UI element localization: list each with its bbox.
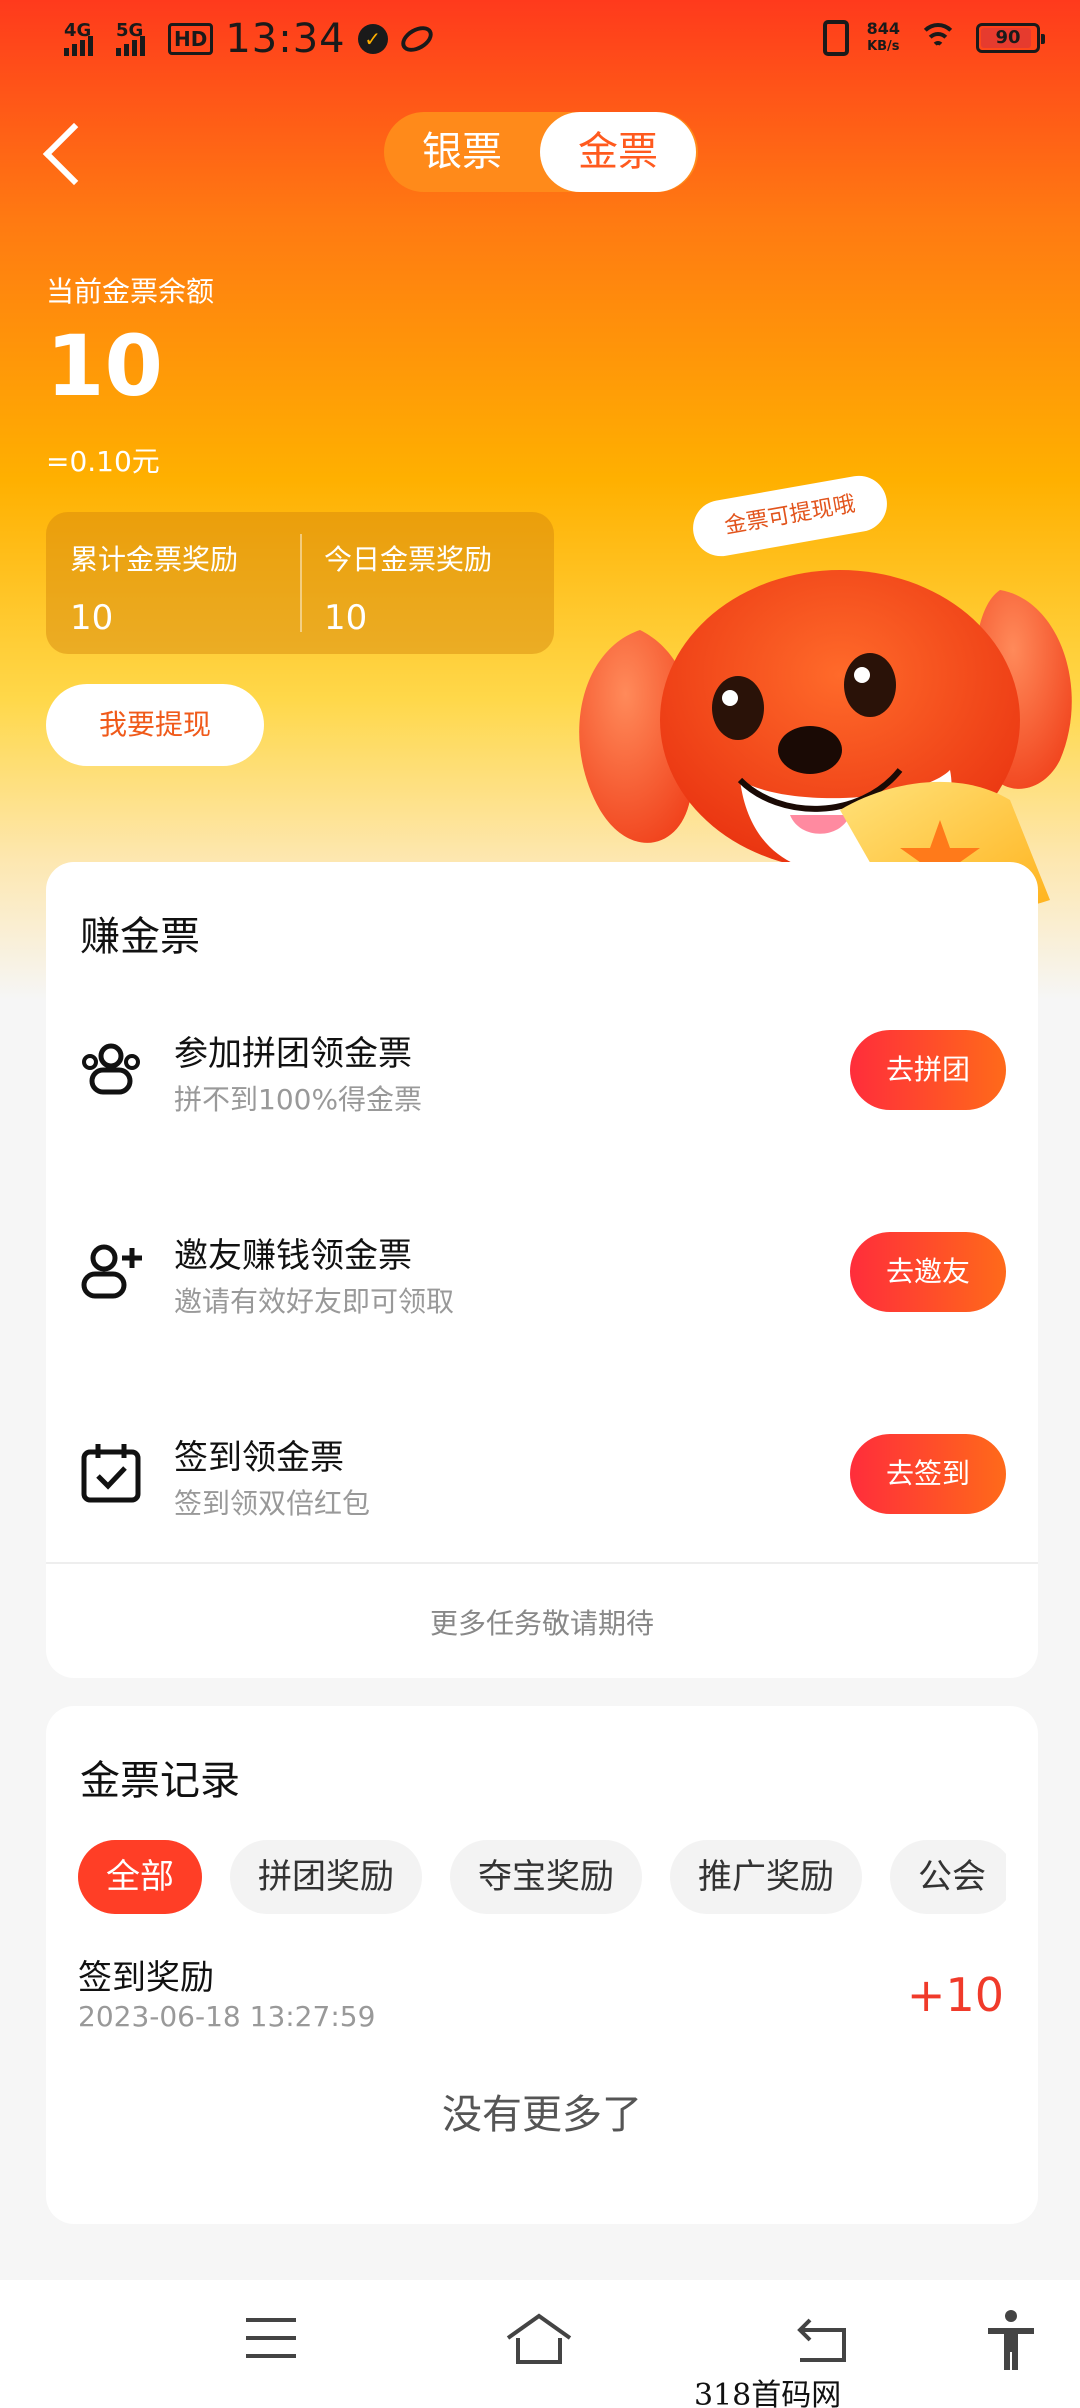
filter-group-buy[interactable]: 拼团奖励 [230,1840,422,1914]
task-subtitle: 拼不到100%得金票 [174,1083,423,1116]
earn-card-title: 赚金票 [80,914,200,960]
home-icon[interactable] [504,2310,574,2370]
total-reward-label: 累计金票奖励 [70,543,239,576]
record-time: 2023-06-18 13:27:59 [78,2000,376,2033]
clock: 13:34 [225,16,346,62]
task-invite-friend: 邀友赚钱领金票 邀请有效好友即可领取 去邀友 [46,1214,1038,1334]
task-subtitle: 签到领双倍红包 [174,1487,371,1520]
accessibility-icon[interactable] [976,2310,1046,2370]
vibrate-icon [822,20,849,56]
group-icon [82,1043,140,1095]
leaf-icon [396,20,437,58]
record-amount: +10 [906,1968,1004,2022]
ticket-type-switch: 银票 金票 [384,112,698,192]
task-title: 参加拼团领金票 [174,1034,412,1074]
go-group-buy-button[interactable]: 去拼团 [850,1030,1006,1110]
wifi-icon [918,23,958,53]
watermark: 318首码网 www.e318.com [694,2378,842,2408]
task-title: 签到领金票 [174,1438,344,1478]
hd-icon: HD [168,23,214,55]
ticket-records-card: 金票记录 全部 拼团奖励 夺宝奖励 推广奖励 公会 签到奖励 2023-06-18 13… [46,1706,1038,2224]
task-check-in: 签到领金票 签到领双倍红包 去签到 [46,1416,1038,1536]
go-check-in-button[interactable]: 去签到 [850,1434,1006,1514]
more-tasks-note: 更多任务敬请期待 [429,1607,654,1640]
verified-icon: ✓ [357,24,388,54]
reward-stats: 累计金票奖励 10 今日金票奖励 10 [46,512,554,654]
today-reward-value: 10 [324,598,368,638]
tab-gold-ticket[interactable]: 金票 [540,112,696,192]
withdraw-button[interactable]: 我要提现 [46,684,264,766]
record-title: 签到奖励 [78,1958,214,1998]
back-button[interactable] [40,118,90,188]
network-speed: 844 KB/s [866,19,900,55]
go-invite-button[interactable]: 去邀友 [850,1232,1006,1312]
back-nav-icon[interactable] [790,2310,860,2370]
signal-5g-icon: 5G [116,20,156,56]
tab-silver-ticket[interactable]: 银票 [384,112,540,192]
balance-value: 10 [46,317,163,415]
menu-icon[interactable] [236,2310,306,2370]
today-reward-label: 今日金票奖励 [324,543,493,576]
filter-guild[interactable]: 公会 [890,1840,1006,1914]
task-group-buy: 参加拼团领金票 拼不到100%得金票 去拼团 [46,1012,1038,1132]
calendar-check-icon [81,1444,141,1503]
total-reward-value: 10 [70,598,114,638]
status-bar: 4G 5G HD 13:34 ✓ 844 KB/s 90 [0,0,1080,80]
record-filter-tabs: 全部 拼团奖励 夺宝奖励 推广奖励 公会 [78,1840,1006,1918]
task-title: 邀友赚钱领金票 [174,1236,412,1276]
records-title: 金票记录 [80,1758,240,1804]
filter-all[interactable]: 全部 [78,1840,202,1914]
task-subtitle: 邀请有效好友即可领取 [174,1285,455,1318]
balance-label: 当前金票余额 [46,275,215,308]
filter-treasure[interactable]: 夺宝奖励 [450,1840,642,1914]
today-reward: 今日金票奖励 10 [300,512,554,654]
battery-icon: 90 [976,23,1045,53]
add-user-icon [81,1244,142,1299]
filter-promotion[interactable]: 推广奖励 [670,1840,862,1914]
end-of-list: 没有更多了 [442,2092,642,2138]
earn-tickets-card: 赚金票 参加拼团领金票 拼不到100%得金票 去拼团 邀友赚钱领金票 邀请有效好… [46,862,1038,1678]
signal-icon: 4G [64,20,104,56]
divider [46,1562,1038,1564]
total-reward: 累计金票奖励 10 [46,512,300,654]
balance-equivalent: =0.10元 [46,445,160,478]
